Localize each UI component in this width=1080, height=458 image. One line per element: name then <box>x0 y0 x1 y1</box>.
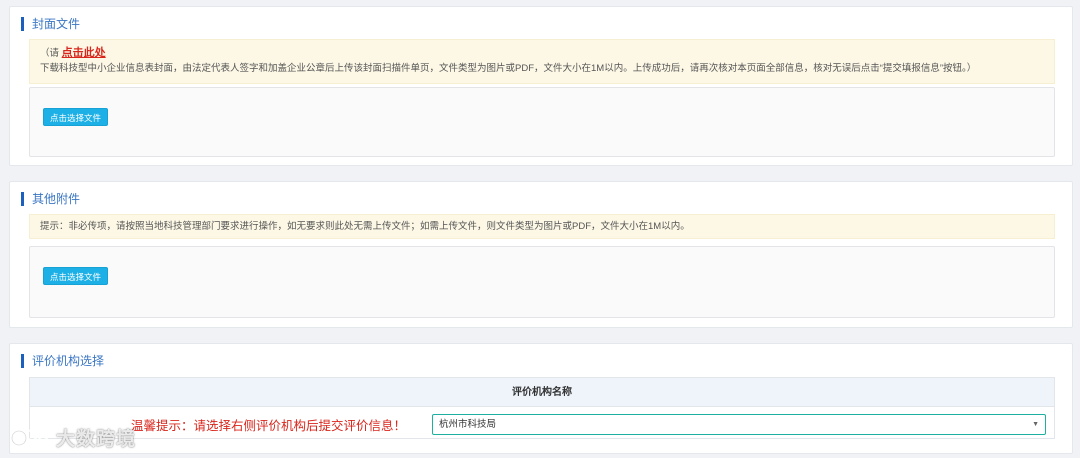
cover-file-title: 封面文件 <box>21 17 80 31</box>
watermark-logo-icon <box>11 429 49 446</box>
table-row: 温馨提示：请选择右侧评价机构后提交评价信息！ 杭州市科技局 ▼ <box>30 407 1054 439</box>
evaluator-select[interactable]: 杭州市科技局 ▼ <box>432 414 1046 435</box>
watermark: 大数跨境 <box>10 424 136 450</box>
cover-file-panel: 封面文件 （请 点击此处 下载科技型中小企业信息表封面，由法定代表人签字和加盖企… <box>9 6 1073 166</box>
choose-attachment-file-button[interactable]: 点击选择文件 <box>43 267 109 285</box>
attachments-notice: 提示：非必传项，请按照当地科技管理部门要求进行操作，如无要求则此处无需上传文件；… <box>29 214 1055 239</box>
attachments-upload-area[interactable]: 点击选择文件 <box>29 246 1055 318</box>
choose-cover-file-button[interactable]: 点击选择文件 <box>43 108 109 126</box>
warm-tip-text: 温馨提示：请选择右侧评价机构后提交评价信息！ <box>130 419 406 433</box>
notice-body: 下载科技型中小企业信息表封面，由法定代表人签字和加盖企业公章后上传该封面扫描件单… <box>40 63 977 74</box>
download-cover-link[interactable]: 点击此处 <box>62 47 106 59</box>
evaluator-table: 评价机构名称 温馨提示：请选择右侧评价机构后提交评价信息！ 杭州市科技局 ▼ <box>29 377 1055 439</box>
watermark-text: 大数跨境 <box>56 428 137 450</box>
attachments-notice-text: 提示：非必传项，请按照当地科技管理部门要求进行操作，如无要求则此处无需上传文件；… <box>40 221 690 232</box>
chevron-down-icon: ▼ <box>1032 421 1039 428</box>
evaluator-title: 评价机构选择 <box>21 354 104 368</box>
attachments-panel: 其他附件 提示：非必传项，请按照当地科技管理部门要求进行操作，如无要求则此处无需… <box>9 181 1073 328</box>
attachments-title: 其他附件 <box>21 192 80 206</box>
cover-upload-area[interactable]: 点击选择文件 <box>29 87 1055 157</box>
evaluator-column-header: 评价机构名称 <box>30 378 1054 407</box>
cover-file-notice: （请 点击此处 下载科技型中小企业信息表封面，由法定代表人签字和加盖企业公章后上… <box>29 39 1055 84</box>
notice-prefix: （请 <box>40 48 60 59</box>
evaluator-panel: 评价机构选择 评价机构名称 温馨提示：请选择右侧评价机构后提交评价信息！ 杭州市… <box>9 343 1073 454</box>
evaluator-selected-value: 杭州市科技局 <box>439 419 497 430</box>
